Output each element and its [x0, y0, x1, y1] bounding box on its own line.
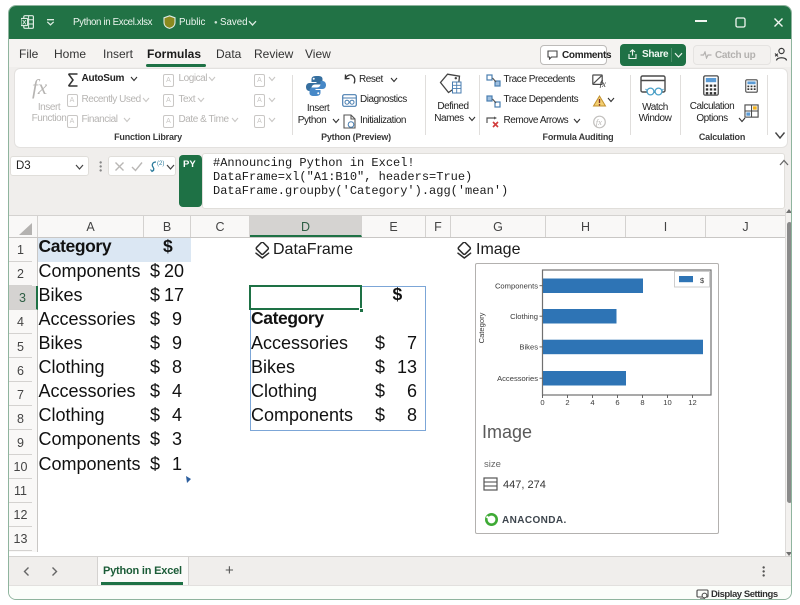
svg-text:4: 4	[590, 398, 594, 407]
svg-text:8: 8	[640, 398, 644, 407]
svg-text:10: 10	[663, 398, 671, 407]
svg-text:Accessories: Accessories	[497, 374, 538, 383]
svg-text:fx: fx	[32, 75, 48, 99]
svg-text:0: 0	[540, 398, 544, 407]
svg-text:2: 2	[565, 398, 569, 407]
svg-text:fx: fx	[600, 79, 607, 88]
svg-text:Category: Category	[477, 312, 486, 343]
svg-text:X: X	[22, 19, 27, 26]
svg-text:Bikes: Bikes	[519, 343, 538, 352]
svg-text:Components: Components	[495, 281, 538, 290]
svg-text:Clothing: Clothing	[510, 312, 538, 321]
svg-text:fx: fx	[596, 117, 602, 127]
svg-text:(2): (2)	[157, 161, 164, 167]
svg-text:12: 12	[688, 398, 696, 407]
svg-text:6: 6	[615, 398, 619, 407]
